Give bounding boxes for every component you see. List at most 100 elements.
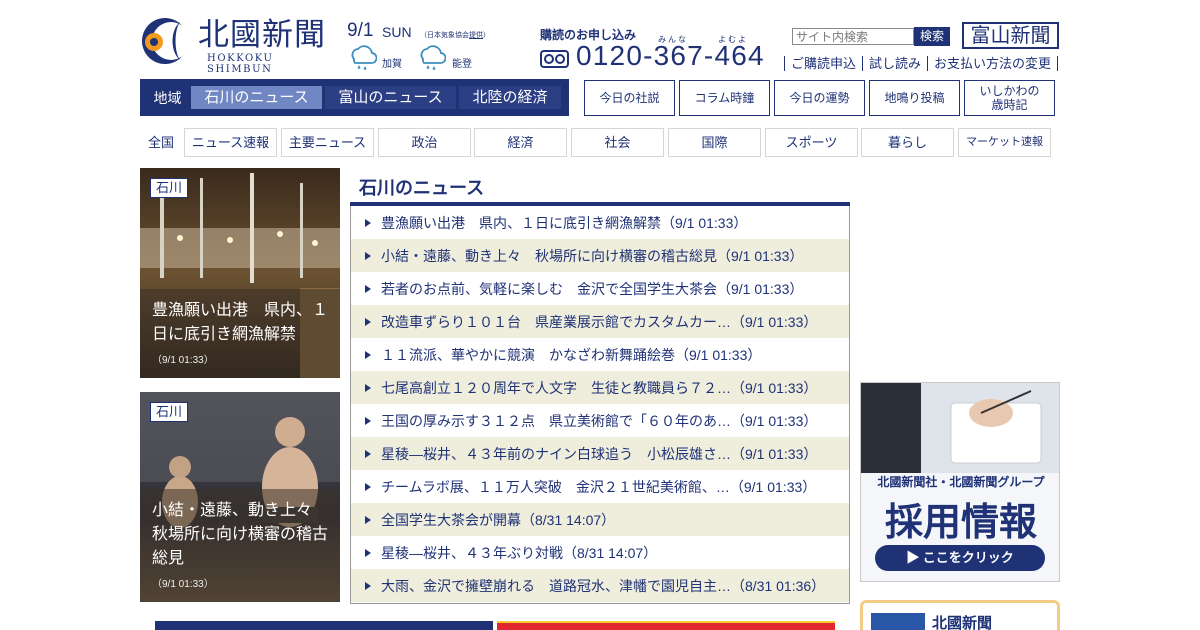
card-time: （9/1 01:33） <box>152 579 214 590</box>
app-promo-box[interactable]: 北國新聞 <box>860 600 1060 630</box>
reader-post-button[interactable]: 地鳴り投稿 <box>869 80 960 116</box>
news-item-text[interactable]: チームラボ展、１１万人突破 金沢２１世紀美術館、…（9/1 01:33） <box>381 477 816 497</box>
payment-change-link[interactable]: お支払い方法の変更 <box>927 56 1057 71</box>
triangle-bullet-icon <box>365 383 371 392</box>
recruit-title: 採用情報 <box>884 502 1037 544</box>
news-item[interactable]: 全国学生大茶会が開幕（8/31 14:07） <box>351 503 849 536</box>
news-item[interactable]: 豊漁願い出港 県内、１日に底引き網漁解禁（9/1 01:33） <box>351 206 849 239</box>
editorial-button[interactable]: 今日の社説 <box>584 80 675 116</box>
tab-international[interactable]: 国際 <box>668 128 761 157</box>
news-item[interactable]: 星稜―桜井、４３年ぶり対戦（8/31 14:07） <box>351 536 849 569</box>
triangle-bullet-icon <box>365 515 371 524</box>
photo-card-sumo[interactable]: 石川 小結・遠藤、動き上々 秋場所に向け横審の稽古総見 （9/1 01:33） <box>140 392 340 602</box>
news-item[interactable]: 大雨、金沢で擁壁崩れる 道路冠水、津幡で園児自主…（8/31 01:36） <box>351 569 849 602</box>
subscribe-phone-number[interactable]: 0120-367-464 <box>576 40 765 72</box>
triangle-bullet-icon <box>365 449 371 458</box>
app-title: 北國新聞 <box>932 615 993 630</box>
news-item-text[interactable]: 大雨、金沢で擁壁崩れる 道路冠水、津幡で園児自主…（8/31 01:36） <box>381 576 825 596</box>
triangle-bullet-icon <box>365 284 371 293</box>
triangle-bullet-icon <box>365 317 371 326</box>
card-caption: 小結・遠藤、動き上々 秋場所に向け横審の稽古総見 （9/1 01:33） <box>140 489 340 602</box>
free-dial-icon <box>540 50 569 68</box>
horoscope-button[interactable]: 今日の運勢 <box>774 80 865 116</box>
logo-subtitle: HOKKOKU SHIMBUN <box>207 53 274 75</box>
news-item-text[interactable]: 小結・遠藤、動き上々 秋場所に向け横審の稽古総見（9/1 01:33） <box>381 246 803 266</box>
news-item[interactable]: 王国の厚み示す３１２点 県立美術館で「６０年のあ…（9/1 01:33） <box>351 404 849 437</box>
tab-ishikawa-news[interactable]: 石川のニュース <box>191 86 322 109</box>
trial-read-link[interactable]: 試し読み <box>862 56 927 71</box>
triangle-bullet-icon <box>365 581 371 590</box>
recruit-banner[interactable]: 北國新聞社・北國新聞グループ 採用情報 ▶ ここをクリック <box>860 382 1060 582</box>
rain-cloud-icon <box>351 45 377 70</box>
news-section-heading: 石川のニュース <box>359 178 485 198</box>
hand-writing-photo <box>861 383 1059 473</box>
news-item[interactable]: チームラボ展、１１万人突破 金沢２１世紀美術館、…（9/1 01:33） <box>351 470 849 503</box>
tab-society[interactable]: 社会 <box>571 128 664 157</box>
tab-hokuriku-economy[interactable]: 北陸の経済 <box>459 86 561 109</box>
news-item-text[interactable]: 星稜―桜井、４３年ぶり対戦（8/31 14:07） <box>381 543 657 563</box>
bottom-banner-left[interactable] <box>155 621 493 630</box>
weather-source: （日本気象協会提供） <box>420 30 490 40</box>
news-item-text[interactable]: 全国学生大茶会が開幕（8/31 14:07） <box>381 510 615 530</box>
weather-source-link[interactable]: 提供 <box>469 32 483 39</box>
region-nav: 地域 石川のニュース 富山のニュース 北陸の経済 <box>140 79 569 116</box>
ishikawa-seasonal-button[interactable]: いしかわの歳時記 <box>964 80 1055 116</box>
card-region-tag: 石川 <box>150 178 189 198</box>
tab-breaking-news[interactable]: ニュース速報 <box>184 128 277 157</box>
news-item[interactable]: 若者のお点前、気軽に楽しむ 金沢で全国学生大茶会（9/1 01:33） <box>351 272 849 305</box>
news-item[interactable]: 星稜―桜井、４３年前のナイン白球追う 小松辰雄さ…（9/1 01:33） <box>351 437 849 470</box>
app-logo-icon <box>871 613 925 630</box>
news-item-text[interactable]: 豊漁願い出港 県内、１日に底引き網漁解禁（9/1 01:33） <box>381 213 747 233</box>
category-all-label[interactable]: 全国 <box>140 128 182 157</box>
weather-source-suffix: ） <box>483 32 490 39</box>
triangle-bullet-icon <box>365 251 371 260</box>
news-item[interactable]: 七尾高創立１２０周年で人文字 生徒と教職員ら７２…（9/1 01:33） <box>351 371 849 404</box>
card-caption: 豊漁願い出港 県内、１日に底引き網漁解禁 （9/1 01:33） <box>140 289 340 378</box>
recruit-click-button[interactable]: ▶ ここをクリック <box>875 545 1045 571</box>
triangle-bullet-icon <box>365 548 371 557</box>
recruit-subtitle: 北國新聞社・北國新聞グループ <box>877 475 1045 489</box>
bottom-banner-right[interactable] <box>497 621 835 630</box>
rain-cloud-icon <box>420 45 446 70</box>
site-search-input[interactable] <box>792 28 914 45</box>
site-logo[interactable]: 北國新聞 HOKKOKU SHIMBUN <box>140 16 340 75</box>
tab-politics[interactable]: 政治 <box>378 128 471 157</box>
news-item-text[interactable]: 若者のお点前、気軽に楽しむ 金沢で全国学生大茶会（9/1 01:33） <box>381 279 803 299</box>
card-region-tag: 石川 <box>150 402 189 422</box>
news-item-text[interactable]: １１流派、華やかに競演 かなざわ新舞踊絵巻（9/1 01:33） <box>381 345 761 365</box>
subscribe-apply-link[interactable]: ご購読申込 <box>784 56 862 71</box>
news-item[interactable]: 小結・遠藤、動き上々 秋場所に向け横審の稽古総見（9/1 01:33） <box>351 239 849 272</box>
tab-sports[interactable]: スポーツ <box>765 128 858 157</box>
weather-label-noto: 能登 <box>452 59 472 70</box>
current-weekday: SUN <box>382 24 412 40</box>
weather-source-prefix: （日本気象協会 <box>420 32 469 39</box>
region-label: 地域 <box>153 89 182 106</box>
news-item-text[interactable]: 七尾高創立１２０周年で人文字 生徒と教職員ら７２…（9/1 01:33） <box>381 378 817 398</box>
news-item-text[interactable]: 王国の厚み示す３１２点 県立美術館で「６０年のあ…（9/1 01:33） <box>381 411 817 431</box>
card-title[interactable]: 豊漁願い出港 県内、１日に底引き網漁解禁 <box>152 299 328 347</box>
tab-economy[interactable]: 経済 <box>474 128 567 157</box>
triangle-bullet-icon <box>365 416 371 425</box>
toyama-shimbun-link[interactable]: 富山新聞 <box>962 22 1059 49</box>
news-item-text[interactable]: 改造車ずらり１０１台 県産業展示館でカスタムカー…（9/1 01:33） <box>381 312 817 332</box>
tab-toyama-news[interactable]: 富山のニュース <box>325 86 456 109</box>
logo-title: 北國新聞 <box>198 17 326 53</box>
news-item[interactable]: 改造車ずらり１０１台 県産業展示館でカスタムカー…（9/1 01:33） <box>351 305 849 338</box>
photo-card-fishing[interactable]: 石川 豊漁願い出港 県内、１日に底引き網漁解禁 （9/1 01:33） <box>140 168 340 378</box>
card-time: （9/1 01:33） <box>152 355 214 366</box>
news-item-text[interactable]: 星稜―桜井、４３年前のナイン白球追う 小松辰雄さ…（9/1 01:33） <box>381 444 817 464</box>
tab-living[interactable]: 暮らし <box>861 128 954 157</box>
weather-label-kaga: 加賀 <box>382 59 402 70</box>
tab-top-news[interactable]: 主要ニュース <box>281 128 374 157</box>
news-item[interactable]: １１流派、華やかに競演 かなざわ新舞踊絵巻（9/1 01:33） <box>351 338 849 371</box>
divider <box>1057 56 1059 71</box>
column-jisho-button[interactable]: コラム時鐘 <box>679 80 770 116</box>
tab-market-news[interactable]: マーケット速報 <box>958 128 1051 157</box>
utility-links: ご購読申込 試し読み お支払い方法の変更 <box>784 56 1059 71</box>
logo-mark-icon <box>142 18 190 64</box>
search-button[interactable]: 検索 <box>914 27 950 46</box>
news-list: 豊漁願い出港 県内、１日に底引き網漁解禁（9/1 01:33） 小結・遠藤、動き… <box>350 206 850 604</box>
current-date: 9/1 <box>347 20 374 41</box>
triangle-bullet-icon <box>365 350 371 359</box>
card-title[interactable]: 小結・遠藤、動き上々 秋場所に向け横審の稽古総見 <box>152 499 328 571</box>
